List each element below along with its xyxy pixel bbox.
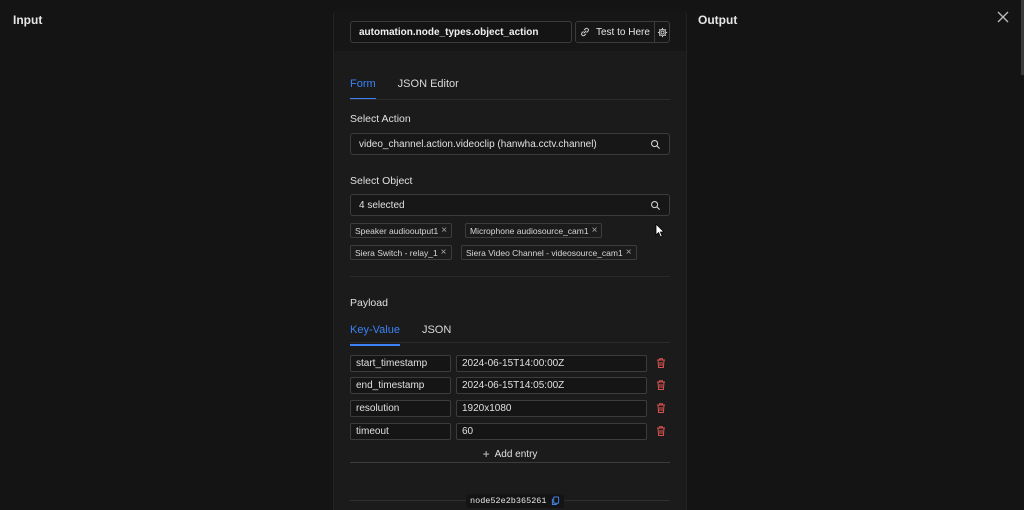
plus-icon: + (482, 447, 490, 461)
link-icon (581, 27, 589, 37)
mouse-cursor-icon (655, 223, 665, 238)
select-object-field[interactable]: 4 selected (350, 194, 670, 216)
select-action-value: video_channel.action.videoclip (hanwha.c… (359, 138, 597, 150)
remove-chip-icon[interactable]: × (441, 247, 447, 258)
trash-icon[interactable] (655, 425, 667, 437)
select-action-field[interactable]: video_channel.action.videoclip (hanwha.c… (350, 133, 670, 155)
test-button-label: Test to Here (596, 26, 650, 38)
trash-icon[interactable] (655, 379, 667, 391)
section-divider (350, 276, 670, 277)
output-title: Output (698, 13, 738, 27)
object-chip: Siera Switch - relay_1 × (350, 245, 452, 260)
add-entry-button[interactable]: + Add entry (350, 446, 670, 463)
search-icon[interactable] (650, 200, 661, 211)
object-chip: Microphone audiosource_cam1 × (465, 223, 603, 238)
trash-icon[interactable] (655, 402, 667, 414)
tab-form[interactable]: Form (350, 78, 376, 100)
node-id-text: node52e2b365261 (470, 496, 547, 506)
remove-chip-icon[interactable]: × (592, 225, 598, 236)
remove-chip-icon[interactable]: × (441, 225, 447, 236)
select-action-label: Select Action (350, 113, 411, 125)
payload-key-input[interactable] (350, 400, 451, 417)
test-to-here-button[interactable]: Test to Here (575, 21, 670, 43)
payload-value-input[interactable] (456, 355, 647, 372)
payload-key-input[interactable] (350, 377, 451, 394)
payload-value-input[interactable] (456, 377, 647, 394)
close-icon[interactable] (995, 9, 1011, 25)
payload-tabs-divider (350, 342, 670, 343)
payload-label: Payload (350, 297, 388, 309)
tab-json-editor[interactable]: JSON Editor (398, 78, 459, 100)
trash-icon[interactable] (655, 357, 667, 369)
input-title: Input (13, 13, 43, 27)
add-entry-label: Add entry (494, 448, 538, 460)
node-config-panel: Test to Here Form JSON Editor Select Act… (333, 11, 687, 510)
gear-icon (657, 27, 667, 37)
select-object-value: 4 selected (359, 199, 405, 211)
node-type-input[interactable] (350, 21, 572, 43)
editor-tabs: Form JSON Editor (350, 78, 481, 100)
object-chip: Siera Video Channel - videosource_cam1 × (461, 245, 637, 260)
payload-key-input[interactable] (350, 355, 451, 372)
payload-value-input[interactable] (456, 423, 647, 440)
node-id-badge: node52e2b365261 (466, 494, 564, 508)
select-object-label: Select Object (350, 175, 413, 187)
payload-key-input[interactable] (350, 423, 451, 440)
copy-icon[interactable] (551, 496, 560, 506)
panel-header: Test to Here (334, 11, 686, 51)
tabs-divider (350, 99, 670, 100)
object-chip: Speaker audiooutput1 × (350, 223, 453, 238)
settings-button[interactable] (655, 22, 669, 42)
search-icon[interactable] (650, 139, 661, 150)
payload-value-input[interactable] (456, 400, 647, 417)
remove-chip-icon[interactable]: × (626, 247, 632, 258)
